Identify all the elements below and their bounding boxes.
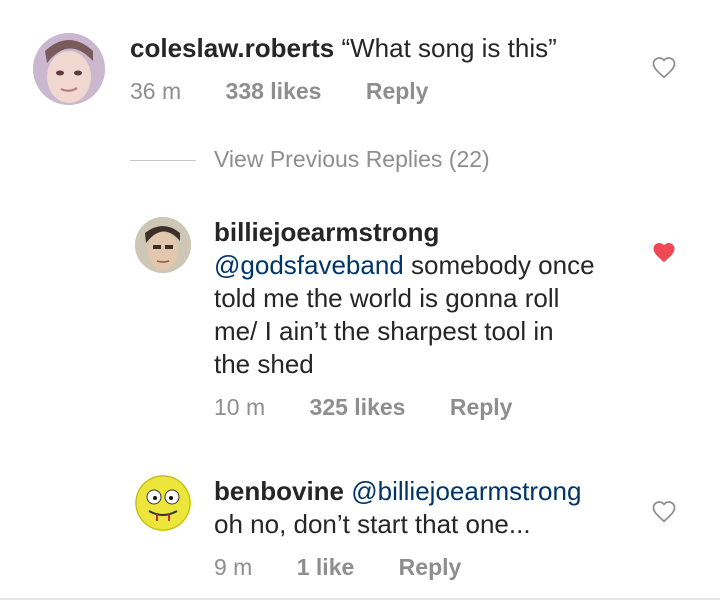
reply-mention[interactable]: @billiejoearmstrong [351,476,581,506]
reply-likes[interactable]: 325 likes [310,394,406,420]
heart-outline-icon[interactable] [651,55,677,79]
face-photo-icon [135,217,191,273]
avatar-benbovine[interactable] [135,475,191,531]
reply-line: @godsfaveband somebody once [214,249,644,282]
comment-username[interactable]: coleslaw.roberts [130,33,334,63]
avatar-billiejoearmstrong[interactable] [135,217,191,273]
reply-line: the shed [214,349,314,379]
reply-time: 9 m [214,554,253,580]
comment-reply-button[interactable]: Reply [366,78,429,104]
reply-text-row: benbovine @billiejoearmstrong [214,475,581,508]
comment-text: “What song is this” [341,33,557,63]
reply-line: told me the world is gonna roll [214,283,560,313]
reply-mention[interactable]: @godsfaveband [214,250,404,280]
comment-likes[interactable]: 338 likes [226,78,322,104]
reply-meta: 10 m 325 likes Reply [214,394,512,421]
cartoon-face-icon [135,475,191,531]
reply-meta: 9 m 1 like Reply [214,554,461,581]
reply-reply-button[interactable]: Reply [399,554,462,580]
heart-outline-icon[interactable] [651,499,677,523]
reply-text: somebody once [403,250,595,280]
face-photo-icon [33,33,105,105]
reply-line: me/ I ain’t the sharpest tool in [214,316,554,346]
reply-username[interactable]: benbovine [214,476,344,506]
avatar-coleslaw-roberts[interactable] [33,33,105,105]
comment-time: 36 m [130,78,182,104]
heart-filled-icon[interactable] [651,240,677,264]
bottom-divider [0,598,720,600]
comment-meta: 36 m 338 likes Reply [130,78,428,105]
view-previous-divider [130,160,196,161]
reply-username[interactable]: billiejoearmstrong [214,216,439,249]
reply-likes[interactable]: 1 like [297,554,355,580]
reply-body: @godsfaveband somebody once told me the … [214,249,644,381]
comment-text-row: coleslaw.roberts “What song is this” [130,30,557,66]
view-previous-replies-button[interactable]: View Previous Replies (22) [214,146,490,173]
reply-time: 10 m [214,394,266,420]
reply-line: oh no, don’t start that one... [214,509,531,539]
reply-reply-button[interactable]: Reply [450,394,513,420]
